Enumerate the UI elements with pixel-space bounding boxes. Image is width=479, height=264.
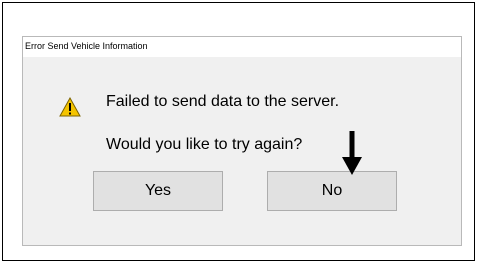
yes-button[interactable]: Yes [93,171,223,211]
retry-question: Would you like to try again? [106,136,303,153]
no-button[interactable]: No [267,171,397,211]
down-arrow-icon [342,131,362,175]
error-message: Failed to send data to the server. [106,93,340,110]
warning-icon [59,97,81,117]
dialog-title-bar: Error Send Vehicle Information [23,37,461,57]
screenshot-frame: Error Send Vehicle Information Failed to… [2,2,475,261]
dialog-title: Error Send Vehicle Information [25,41,148,51]
error-dialog: Error Send Vehicle Information Failed to… [22,36,462,246]
